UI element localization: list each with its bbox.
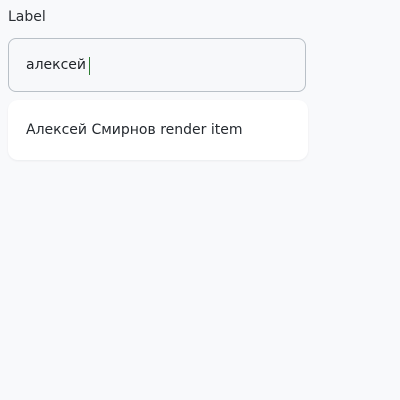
autocomplete-page: Label Алексей Смирнов render item (0, 0, 400, 400)
field-label: Label (8, 9, 46, 25)
suggestion-item[interactable]: Алексей Смирнов render item (8, 100, 308, 160)
search-input[interactable] (9, 39, 305, 91)
text-caret (89, 57, 90, 75)
suggestions-list: Алексей Смирнов render item (8, 100, 308, 160)
search-field-wrapper[interactable] (8, 38, 306, 92)
